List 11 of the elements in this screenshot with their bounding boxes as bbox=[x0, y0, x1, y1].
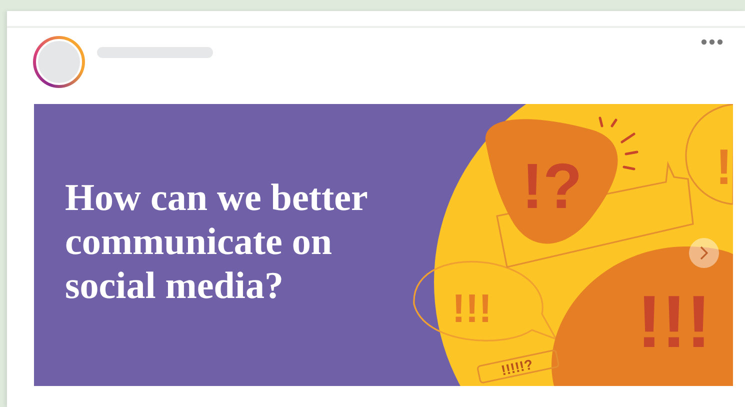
exclamation-text: !!! bbox=[637, 280, 711, 363]
exclamation-text: !!! bbox=[452, 287, 492, 331]
next-button[interactable] bbox=[689, 238, 719, 268]
more-options-icon[interactable] bbox=[701, 39, 723, 45]
chevron-right-icon bbox=[699, 246, 709, 260]
exclamation-text: !!!!!? bbox=[500, 356, 534, 378]
ray-lines-drawing bbox=[598, 116, 638, 170]
exclamation-text: ! bbox=[716, 139, 732, 195]
avatar[interactable] bbox=[33, 36, 85, 88]
image-headline: How can we better communicate on social media? bbox=[64, 176, 368, 308]
exclamation-text: !? bbox=[522, 150, 582, 222]
